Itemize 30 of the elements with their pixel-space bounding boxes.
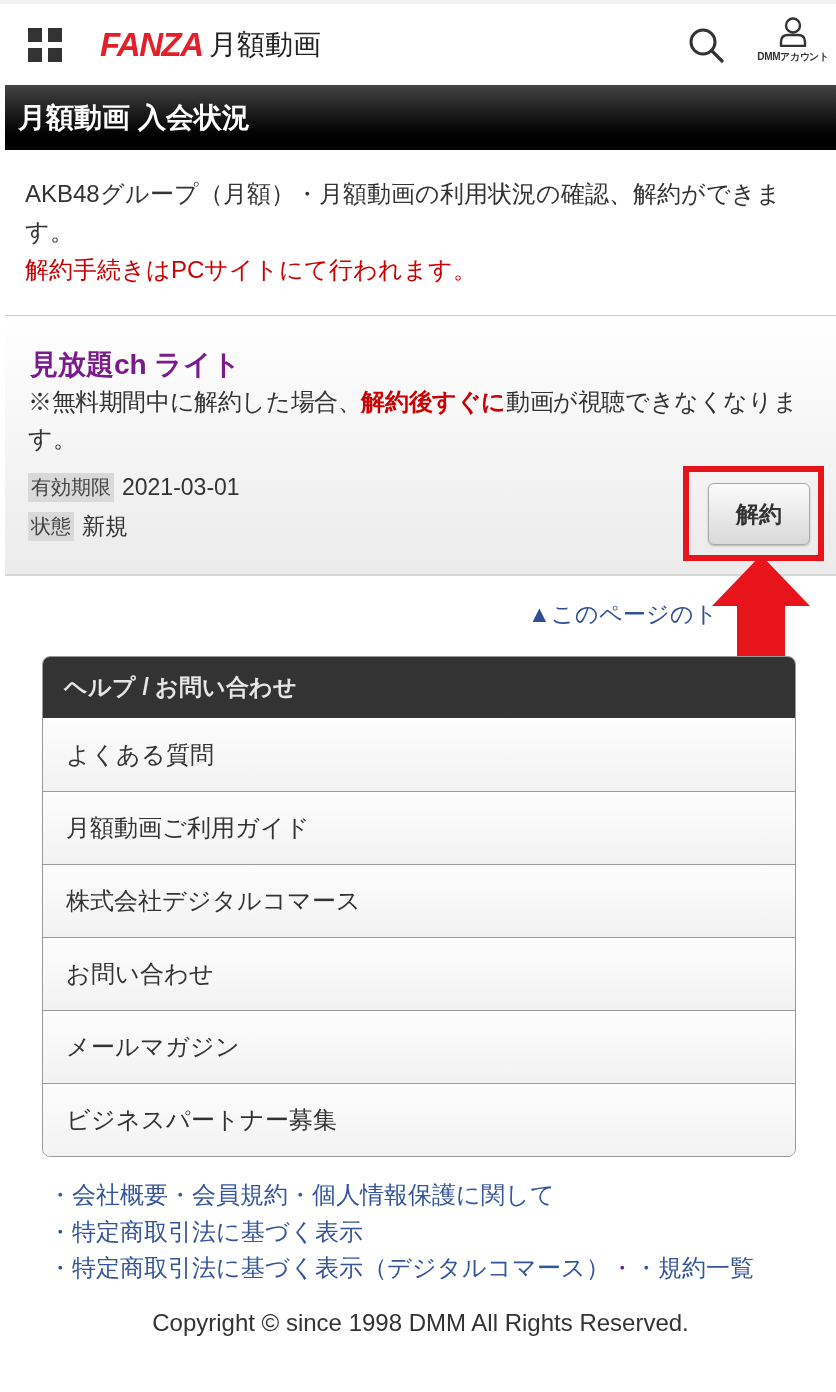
field-value: 新規 — [82, 512, 128, 541]
menu-icon[interactable] — [28, 27, 62, 62]
site-logo[interactable]: FANZA — [100, 28, 203, 61]
footer-link[interactable]: ・ — [610, 1252, 634, 1285]
notice-text: 解約手続きはPCサイトにて行われます。 — [25, 255, 479, 285]
help-menu-item[interactable]: ビジネスパートナー募集 — [43, 1083, 795, 1156]
cancel-button[interactable]: 解約 — [708, 483, 810, 545]
service-title: 月額動画 — [208, 30, 321, 59]
field-label: 状態 — [28, 512, 74, 541]
field-label: 有効期限 — [28, 473, 114, 502]
footer-link[interactable]: ・特定商取引法に基づく表示（デジタルコマース） — [48, 1252, 610, 1285]
page-title: 月額動画 入会状況 — [18, 103, 250, 132]
help-menu-item[interactable]: よくある質問 — [43, 718, 795, 791]
footer-link[interactable]: ・会社概要・会員規約・個人情報保護に関して — [48, 1179, 555, 1212]
account-button[interactable]: DMMアカウント — [751, 17, 835, 62]
help-menu-item[interactable]: 月額動画ご利用ガイド — [43, 791, 795, 864]
plan-title: 見放題ch ライト — [29, 348, 243, 382]
footer-link[interactable]: ・特定商取引法に基づく表示 — [48, 1215, 363, 1248]
intro-text: AKB48グループ（月額）・月額動画の利用状況の確認、解約ができます。 — [25, 179, 782, 247]
page-top-link[interactable]: ▲このページのト — [528, 601, 718, 627]
footer-link[interactable]: ・規約一覧 — [634, 1252, 754, 1285]
plan-note: ※無料期間中に解約した場合、解約後すぐに動画が視聴できなくなります。 — [28, 388, 799, 454]
help-menu-item[interactable]: メールマガジン — [43, 1010, 795, 1083]
help-title: ヘルプ / お問い合わせ — [64, 673, 298, 703]
person-icon — [779, 17, 807, 47]
help-menu-item[interactable]: 株式会社デジタルコマース — [43, 864, 795, 937]
help-menu-item[interactable]: お問い合わせ — [43, 937, 795, 1010]
field-value: 2021-03-01 — [122, 473, 240, 502]
copyright-text: Copyright © since 1998 DMM All Rights Reserved. — [151, 1307, 690, 1338]
search-icon[interactable] — [688, 26, 724, 63]
